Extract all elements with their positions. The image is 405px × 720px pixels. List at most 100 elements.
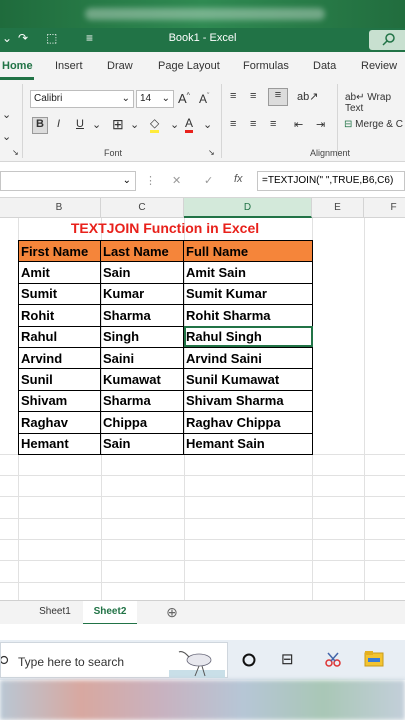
- column-header-c[interactable]: C: [101, 198, 184, 218]
- borders-icon[interactable]: ⊞: [112, 116, 124, 133]
- table-cell[interactable]: Sunil: [18, 368, 101, 391]
- table-cell[interactable]: Amit: [18, 261, 101, 284]
- formula-input[interactable]: =TEXTJOIN(" ",TRUE,B6,C6): [257, 171, 405, 191]
- enter-icon[interactable]: ✓: [204, 174, 213, 187]
- sheet-tab-sheet1[interactable]: Sheet1: [28, 601, 82, 625]
- column-header-f[interactable]: F: [364, 198, 405, 218]
- format-painter-icon[interactable]: ⌄: [2, 130, 11, 143]
- orientation-icon[interactable]: ab↗: [297, 90, 318, 103]
- align-bottom-icon[interactable]: ≡: [268, 88, 288, 106]
- task-view-icon[interactable]: [242, 653, 256, 667]
- table-cell[interactable]: Sunil Kumawat: [183, 368, 313, 391]
- column-headers: B C D E F: [0, 198, 405, 218]
- table-cell[interactable]: Sharma: [100, 304, 184, 327]
- fill-color-icon[interactable]: ◇: [150, 116, 160, 133]
- tab-review[interactable]: Review: [361, 60, 397, 72]
- ribbon-tabs: Home Insert Draw Page Layout Formulas Da…: [0, 52, 405, 80]
- sheet-tabs-bar: Sheet1 Sheet2 ⊕: [0, 600, 405, 625]
- table-row: Rahul Singh Rahul Singh: [18, 325, 313, 348]
- more-options-icon[interactable]: ⋮: [145, 174, 156, 187]
- table-cell[interactable]: Arvind: [18, 346, 101, 370]
- table-cell[interactable]: Sumit Kumar: [183, 282, 313, 306]
- clipboard-dialog-launcher-icon[interactable]: ↘: [12, 148, 19, 157]
- font-color-icon[interactable]: A: [185, 116, 194, 133]
- align-center-icon[interactable]: ≡: [250, 118, 256, 130]
- font-name-select[interactable]: Calibri ⌄: [30, 90, 134, 108]
- blurred-top-strip: [0, 0, 405, 28]
- font-color-dropdown-icon[interactable]: ⌄: [203, 118, 212, 131]
- search-box[interactable]: [369, 30, 405, 50]
- table-cell[interactable]: Raghav: [18, 411, 101, 434]
- table-cell[interactable]: Sain: [100, 432, 184, 455]
- name-box[interactable]: ⌄: [0, 171, 136, 191]
- table-cell[interactable]: Arvind Saini: [183, 346, 313, 370]
- tab-data[interactable]: Data: [313, 60, 336, 72]
- widgets-icon[interactable]: ⊟: [281, 650, 294, 668]
- align-middle-icon[interactable]: ≡: [250, 90, 256, 102]
- table-cell[interactable]: Rohit Sharma: [183, 304, 313, 327]
- merge-label: Merge & C: [355, 119, 403, 130]
- decrease-indent-icon[interactable]: ⇤: [294, 118, 303, 131]
- header-cell[interactable]: Last Name: [100, 239, 184, 263]
- fill-color-dropdown-icon[interactable]: ⌄: [170, 118, 179, 131]
- insert-function-icon[interactable]: fx: [234, 173, 243, 185]
- table-cell[interactable]: Amit Sain: [183, 261, 313, 284]
- table-header-row: First Name Last Name Full Name: [18, 239, 313, 263]
- decrease-font-size-icon[interactable]: Aˇ: [199, 92, 209, 106]
- tab-insert[interactable]: Insert: [55, 60, 83, 72]
- taskbar-search[interactable]: Type here to search: [0, 642, 228, 678]
- font-dialog-launcher-icon[interactable]: ↘: [208, 148, 215, 157]
- table-cell[interactable]: Saini: [100, 346, 184, 370]
- table-cell[interactable]: Hemant Sain: [183, 432, 313, 455]
- tab-formulas[interactable]: Formulas: [243, 60, 289, 72]
- bold-button[interactable]: B: [32, 117, 48, 134]
- table-cell[interactable]: Shivam Sharma: [183, 389, 313, 413]
- header-cell[interactable]: Full Name: [183, 239, 313, 263]
- paste-dropdown-icon[interactable]: ⌄: [2, 108, 11, 121]
- table-cell[interactable]: Sumit: [18, 282, 101, 306]
- increase-font-size-icon[interactable]: A^: [178, 91, 190, 106]
- tab-page-layout[interactable]: Page Layout: [158, 60, 220, 72]
- search-icon: [1, 655, 9, 665]
- underline-button[interactable]: U: [76, 118, 84, 130]
- table-cell[interactable]: Singh: [100, 325, 184, 348]
- table-cell[interactable]: Hemant: [18, 432, 101, 455]
- table-cell[interactable]: Sain: [100, 261, 184, 284]
- table-cell[interactable]: Shivam: [18, 389, 101, 413]
- table-cell[interactable]: Kumar: [100, 282, 184, 306]
- tab-home[interactable]: Home: [2, 60, 33, 72]
- align-left-icon[interactable]: ≡: [230, 118, 236, 130]
- table-cell[interactable]: Sharma: [100, 389, 184, 413]
- table-cell[interactable]: Kumawat: [100, 368, 184, 391]
- data-table: First Name Last Name Full Name Amit Sain…: [18, 239, 313, 455]
- cancel-icon[interactable]: ✕: [172, 174, 181, 187]
- align-right-icon[interactable]: ≡: [270, 118, 276, 130]
- underline-dropdown-icon[interactable]: ⌄: [92, 118, 101, 131]
- column-header-d[interactable]: D: [184, 198, 312, 218]
- spacer: [0, 624, 405, 640]
- active-cell[interactable]: Rahul Singh: [183, 325, 313, 348]
- tab-draw[interactable]: Draw: [107, 60, 133, 72]
- table-cell[interactable]: Rahul: [18, 325, 101, 348]
- italic-button[interactable]: I: [57, 118, 60, 130]
- wrap-text-button[interactable]: ab↵ Wrap Text: [345, 92, 405, 114]
- table-cell[interactable]: Raghav Chippa: [183, 411, 313, 434]
- increase-indent-icon[interactable]: ⇥: [316, 118, 325, 131]
- column-header-e[interactable]: E: [312, 198, 364, 218]
- chevron-down-icon: ⌄: [122, 175, 131, 186]
- table-row: Shivam Sharma Shivam Sharma: [18, 389, 313, 413]
- sheet-tab-sheet2[interactable]: Sheet2: [83, 601, 137, 625]
- snipping-tool-icon[interactable]: [323, 650, 343, 670]
- borders-dropdown-icon[interactable]: ⌄: [130, 118, 139, 131]
- column-header-b[interactable]: B: [18, 198, 101, 218]
- font-size-select[interactable]: 14 ⌄: [136, 90, 174, 108]
- merge-center-button[interactable]: ⊟ Merge & C: [344, 119, 403, 130]
- header-cell[interactable]: First Name: [18, 239, 101, 263]
- chevron-down-icon: ⌄: [121, 93, 130, 104]
- file-explorer-icon[interactable]: [364, 650, 384, 668]
- add-sheet-icon[interactable]: ⊕: [160, 601, 184, 625]
- worksheet-grid[interactable]: B C D E F TEXTJOIN Function in Excel Fir…: [0, 198, 405, 600]
- table-cell[interactable]: Rohit: [18, 304, 101, 327]
- table-cell[interactable]: Chippa: [100, 411, 184, 434]
- align-top-icon[interactable]: ≡: [230, 90, 236, 102]
